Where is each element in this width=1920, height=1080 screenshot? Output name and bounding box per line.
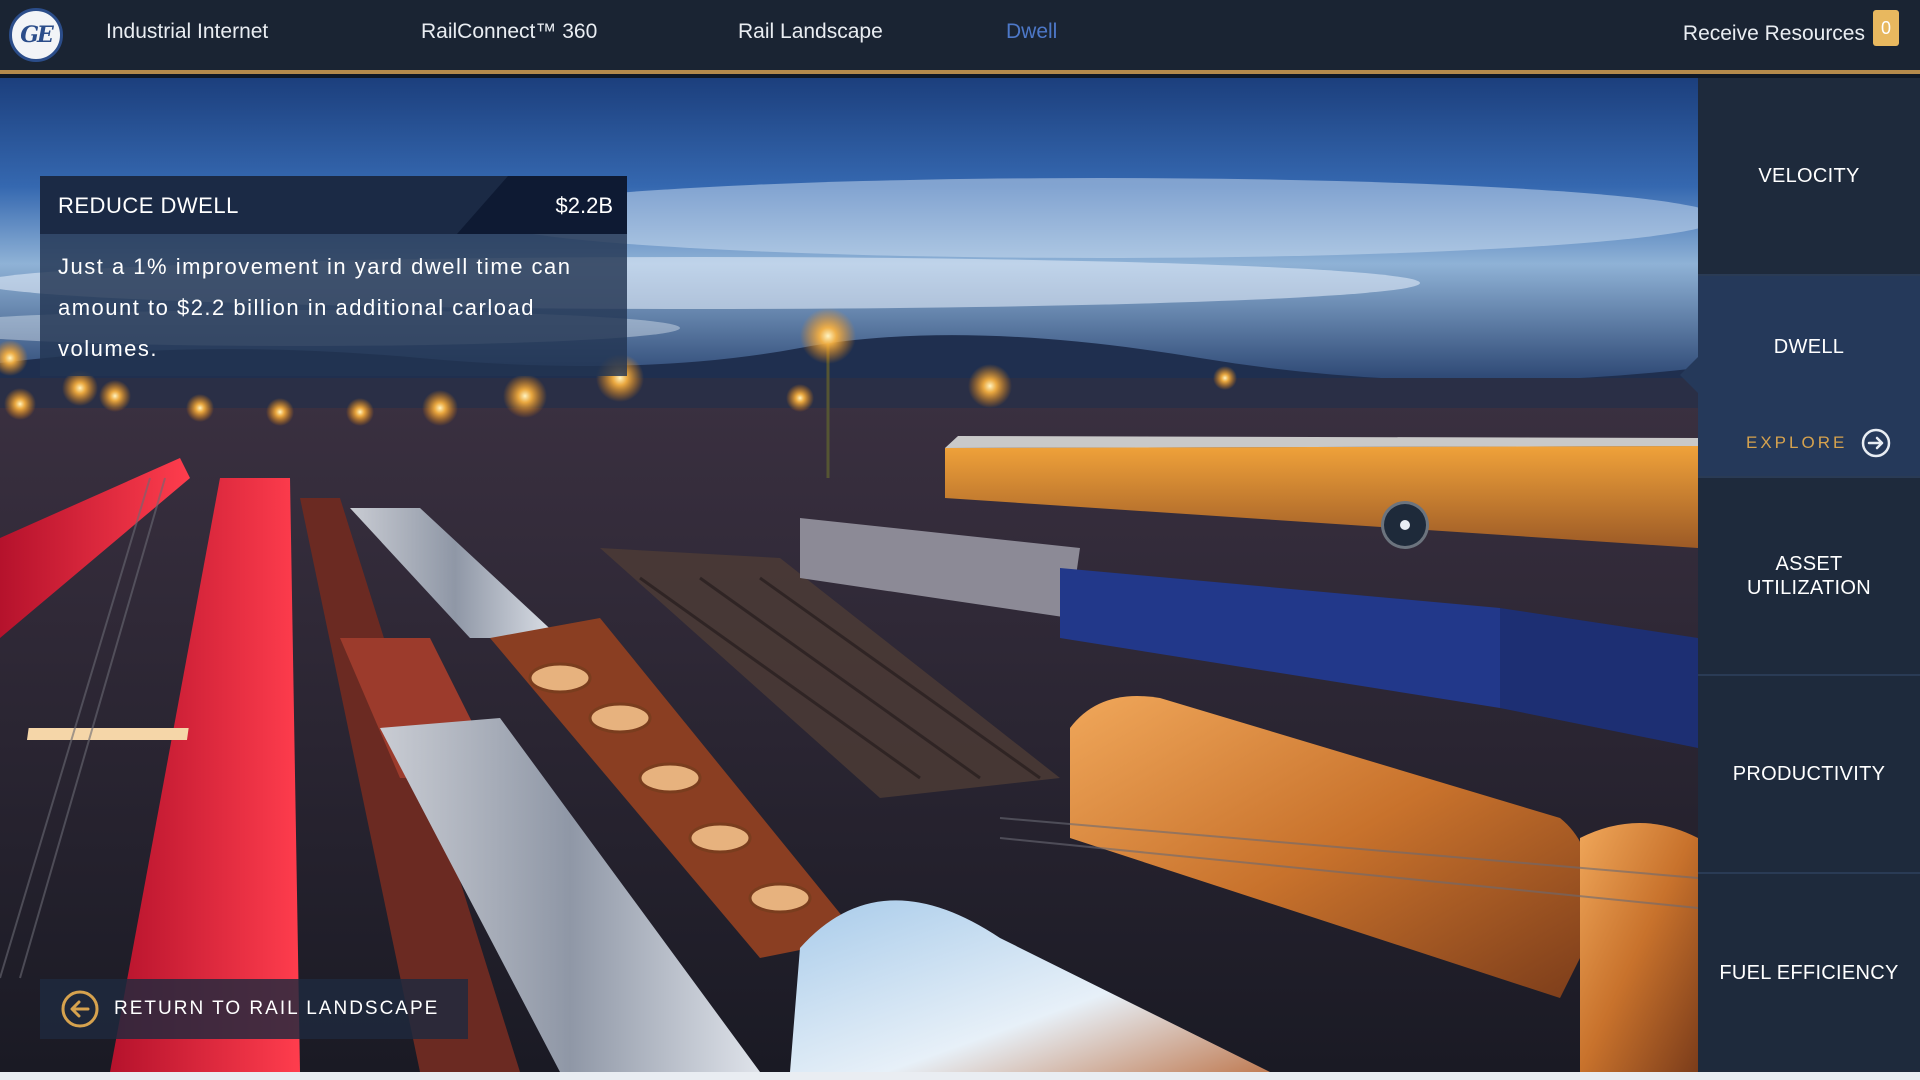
sidebar-item-dwell[interactable]: DWELL EXPLORE [1698, 276, 1920, 478]
card-body-text: Just a 1% improvement in yard dwell time… [58, 254, 572, 361]
nav-item-rail-landscape[interactable]: Rail Landscape [738, 20, 883, 44]
receive-resources-link[interactable]: Receive Resources [1683, 22, 1865, 46]
return-to-rail-landscape-button[interactable]: RETURN TO RAIL LANDSCAPE [40, 979, 468, 1039]
nav-item-dwell[interactable]: Dwell [1006, 20, 1057, 44]
sidebar-item-label: VELOCITY [1758, 164, 1860, 187]
sidebar-item-label: FUEL EFFICIENCY [1719, 961, 1899, 984]
hotspot-icon[interactable] [1381, 501, 1429, 549]
reduce-dwell-card: REDUCE DWELL $2.2B Just a 1% improvement… [40, 176, 627, 376]
top-navigation: GE Industrial Internet RailConnect™ 360 … [0, 0, 1920, 74]
explore-button[interactable]: EXPLORE [1746, 428, 1891, 458]
sidebar-item-fuel-efficiency[interactable]: FUEL EFFICIENCY [1698, 874, 1920, 1072]
metrics-sidebar: VELOCITY DWELL EXPLORE ASSET UTILIZATION… [1698, 78, 1920, 1072]
arrow-left-circle-icon [61, 990, 99, 1028]
explore-label: EXPLORE [1746, 433, 1848, 452]
sidebar-item-velocity[interactable]: VELOCITY [1698, 78, 1920, 276]
nav-item-industrial-internet[interactable]: Industrial Internet [106, 20, 268, 44]
rail-yard-background-image: REDUCE DWELL $2.2B Just a 1% improvement… [0, 78, 1698, 1072]
ge-logo[interactable]: GE [9, 8, 63, 62]
resources-count-badge[interactable]: 0 [1873, 10, 1899, 46]
card-header: REDUCE DWELL $2.2B [40, 176, 627, 234]
card-title: REDUCE DWELL [58, 193, 239, 218]
sidebar-item-label: PRODUCTIVITY [1732, 762, 1886, 785]
sidebar-item-productivity[interactable]: PRODUCTIVITY [1698, 676, 1920, 874]
arrow-right-circle-icon [1862, 428, 1891, 458]
card-value: $2.2B [555, 193, 614, 218]
active-item-pointer [1680, 355, 1700, 395]
bottom-edge [0, 1072, 1920, 1080]
sidebar-item-label: ASSET UTILIZATION [1746, 553, 1872, 599]
sidebar-item-asset-utilization[interactable]: ASSET UTILIZATION [1698, 478, 1920, 676]
return-label: RETURN TO RAIL LANDSCAPE [114, 998, 440, 1019]
sidebar-item-label: DWELL [1773, 336, 1845, 358]
nav-item-railconnect-360[interactable]: RailConnect™ 360 [421, 20, 597, 44]
